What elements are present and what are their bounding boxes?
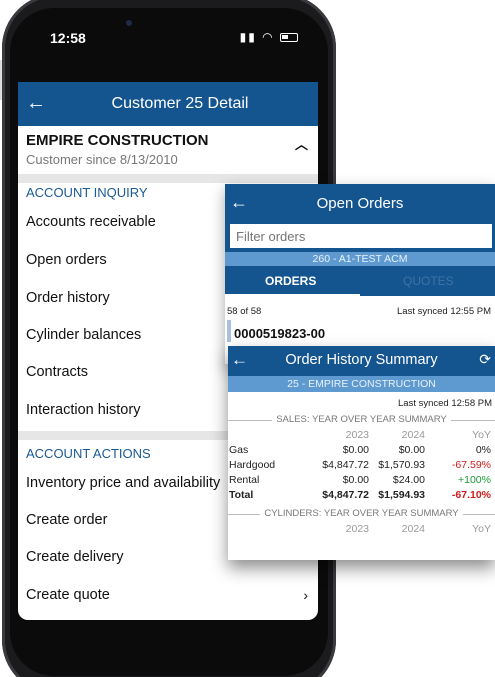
- status-bar: 12:58 ▮▮ ◠: [10, 26, 328, 50]
- status-icons: ▮▮ ◠: [240, 30, 298, 44]
- open-orders-title: Open Orders: [316, 195, 404, 212]
- menu-item-cylinder-balances[interactable]: Cylinder balances: [26, 327, 141, 343]
- menu-item-create-delivery[interactable]: Create delivery: [26, 549, 124, 565]
- chevron-up-icon[interactable]: ︿: [295, 134, 308, 153]
- cell-2023: $4,847.72: [322, 489, 369, 501]
- table-row: Hardgood $4,847.72 $1,570.93 -67.59%: [228, 459, 495, 473]
- table-row: Rental $0.00 $24.00 +100%: [228, 474, 495, 488]
- battery-icon: [280, 33, 298, 43]
- section-heading-account-actions: ACCOUNT ACTIONS: [26, 446, 151, 461]
- open-orders-panel: ← Open Orders 260 - A1-TEST ACM ORDERS Q…: [225, 184, 495, 364]
- filter-orders-input[interactable]: [230, 224, 492, 248]
- row-label: Rental: [229, 474, 260, 486]
- section-heading-account-inquiry: ACCOUNT INQUIRY: [26, 185, 148, 200]
- menu-item-accounts-receivable[interactable]: Accounts receivable: [26, 214, 156, 230]
- customer-name: EMPIRE CONSTRUCTION: [26, 132, 209, 149]
- column-header: YoY: [472, 429, 491, 441]
- customer-strip: 25 - EMPIRE CONSTRUCTION: [228, 376, 495, 392]
- cell-2024: $0.00: [398, 444, 425, 456]
- cell-2024: $24.00: [392, 474, 425, 486]
- table-header-row: 2023 2024 YoY: [228, 429, 495, 443]
- order-count: 58 of 58: [227, 306, 262, 317]
- row-label: Total: [229, 489, 254, 501]
- cell-2023: $4,847.72: [322, 459, 369, 471]
- column-header: 2023: [345, 523, 369, 535]
- table-row: Gas $0.00 $0.00 0%: [228, 444, 495, 458]
- cell-yoy: 0%: [475, 444, 491, 456]
- cylinders-section-heading: CYLINDERS: YEAR OVER YEAR SUMMARY: [228, 508, 495, 519]
- page-title: Customer 25 Detail: [111, 95, 249, 112]
- tab-quotes[interactable]: QUOTES: [403, 274, 454, 288]
- cell-2024: $1,570.93: [378, 459, 425, 471]
- cell-2023: $0.00: [342, 474, 369, 486]
- table-header-row: 2023 2024 YoY: [228, 523, 495, 537]
- menu-item-order-history[interactable]: Order history: [26, 290, 110, 306]
- chevron-right-icon: ›: [303, 587, 308, 603]
- order-history-header: ← Order History Summary ⟳: [228, 346, 495, 376]
- menu-item-open-orders[interactable]: Open orders: [26, 252, 107, 268]
- order-row-marker: [227, 320, 231, 342]
- app-header: ← Customer 25 Detail: [18, 82, 318, 126]
- location-strip: 260 - A1-TEST ACM: [225, 252, 495, 266]
- cell-yoy: +100%: [458, 474, 491, 486]
- column-header: 2024: [401, 429, 425, 441]
- order-history-panel: ← Order History Summary ⟳ 25 - EMPIRE CO…: [228, 346, 495, 560]
- menu-item-inventory-price[interactable]: Inventory price and availability: [26, 475, 220, 491]
- customer-since: Customer since 8/13/2010: [26, 152, 178, 167]
- open-orders-header: ← Open Orders: [225, 184, 495, 222]
- active-tab-indicator: [225, 294, 360, 297]
- cell-yoy: -67.59%: [451, 459, 491, 471]
- cell-2023: $0.00: [342, 444, 369, 456]
- last-synced: Last synced 12:58 PM: [398, 398, 492, 409]
- screenshot-stage: 12:58 ▮▮ ◠ ← Customer 25 Detail EMPIRE C…: [0, 0, 495, 677]
- signal-icon: ▮▮: [239, 30, 257, 44]
- tab-orders[interactable]: ORDERS: [265, 274, 316, 288]
- cell-yoy: -67.10%: [451, 489, 491, 501]
- cell-2024: $1,594.93: [378, 489, 425, 501]
- column-header: 2024: [401, 523, 425, 535]
- row-label: Hardgood: [229, 459, 276, 471]
- refresh-icon[interactable]: ⟳: [479, 351, 491, 368]
- table-row-total: Total $4,847.72 $1,594.93 -67.10%: [228, 489, 495, 503]
- menu-item-contracts[interactable]: Contracts: [26, 364, 88, 380]
- sales-section-heading: SALES: YEAR OVER YEAR SUMMARY: [228, 414, 495, 425]
- orders-tab-bar: ORDERS QUOTES: [225, 266, 495, 296]
- column-header: YoY: [472, 523, 491, 535]
- order-history-title: Order History Summary: [285, 352, 438, 368]
- wifi-icon: ◠: [262, 30, 275, 44]
- row-label: Gas: [229, 444, 249, 456]
- menu-item-create-quote[interactable]: Create quote: [26, 587, 110, 603]
- status-time: 12:58: [50, 30, 86, 46]
- column-header: 2023: [345, 429, 369, 441]
- menu-item-create-order[interactable]: Create order: [26, 512, 107, 528]
- last-synced: Last synced 12:55 PM: [397, 306, 491, 317]
- menu-item-interaction-history[interactable]: Interaction history: [26, 402, 140, 418]
- order-number[interactable]: 0000519823-00: [234, 326, 325, 341]
- section-divider: [18, 174, 318, 183]
